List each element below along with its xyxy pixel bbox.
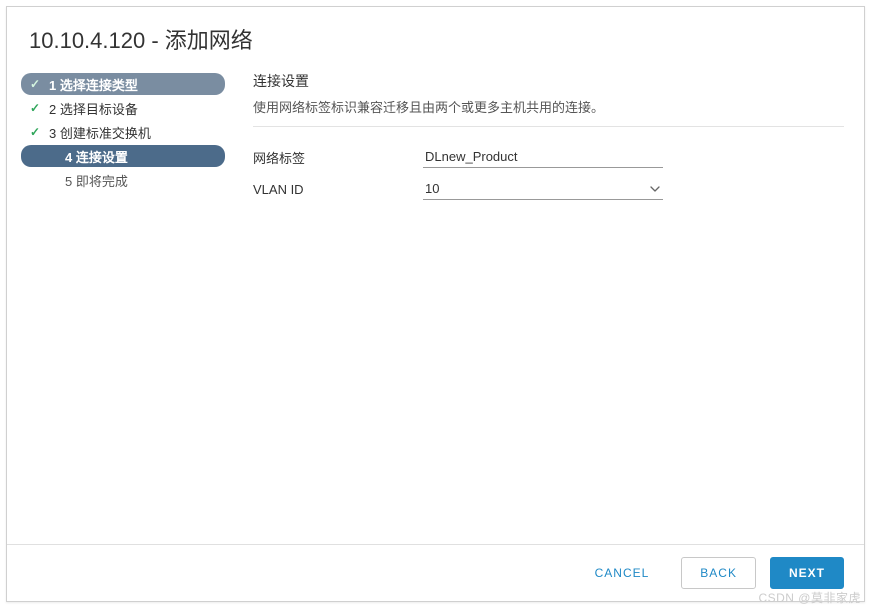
- step-label: 3 创建标准交换机: [49, 123, 151, 142]
- step-label: 5 即将完成: [65, 171, 128, 190]
- panel-description: 使用网络标签标识兼容迁移且由两个或更多主机共用的连接。: [253, 97, 844, 116]
- divider: [253, 126, 844, 127]
- check-icon: ✓: [29, 77, 41, 91]
- add-network-dialog: 10.10.4.120 - 添加网络 ✓ 1 选择连接类型 ✓ 2 选择目标设备…: [6, 6, 865, 602]
- step-select-target-device[interactable]: ✓ 2 选择目标设备: [21, 97, 225, 119]
- step-label: 2 选择目标设备: [49, 99, 138, 118]
- check-icon: ✓: [29, 101, 41, 115]
- main-panel: 连接设置 使用网络标签标识兼容迁移且由两个或更多主机共用的连接。 网络标签 VL…: [235, 67, 864, 544]
- network-label-label: 网络标签: [253, 148, 423, 167]
- step-label: 1 选择连接类型: [49, 75, 138, 94]
- step-connection-settings[interactable]: ✓ 4 连接设置: [21, 145, 225, 167]
- next-button[interactable]: NEXT: [770, 557, 844, 589]
- row-network-label: 网络标签: [253, 141, 844, 173]
- dialog-footer: CANCEL BACK NEXT: [7, 544, 864, 601]
- dialog-title: 10.10.4.120 - 添加网络: [7, 7, 864, 67]
- chevron-down-icon: [649, 183, 661, 195]
- vlan-id-label: VLAN ID: [253, 182, 423, 197]
- step-label: 4 连接设置: [65, 147, 128, 166]
- vlan-id-select[interactable]: 10: [423, 178, 663, 200]
- check-icon: ✓: [29, 125, 41, 139]
- step-ready-to-complete: ✓ 5 即将完成: [21, 169, 225, 191]
- panel-heading: 连接设置: [253, 71, 844, 91]
- step-create-standard-switch[interactable]: ✓ 3 创建标准交换机: [21, 121, 225, 143]
- network-label-input[interactable]: [423, 146, 663, 168]
- row-vlan-id: VLAN ID 10: [253, 173, 844, 205]
- dialog-body: ✓ 1 选择连接类型 ✓ 2 选择目标设备 ✓ 3 创建标准交换机 ✓ 4 连接…: [7, 67, 864, 544]
- wizard-steps-sidebar: ✓ 1 选择连接类型 ✓ 2 选择目标设备 ✓ 3 创建标准交换机 ✓ 4 连接…: [7, 67, 235, 544]
- cancel-button[interactable]: CANCEL: [577, 558, 668, 588]
- back-button[interactable]: BACK: [681, 557, 756, 589]
- vlan-id-value: 10: [425, 181, 439, 196]
- step-select-connection-type[interactable]: ✓ 1 选择连接类型: [21, 73, 225, 95]
